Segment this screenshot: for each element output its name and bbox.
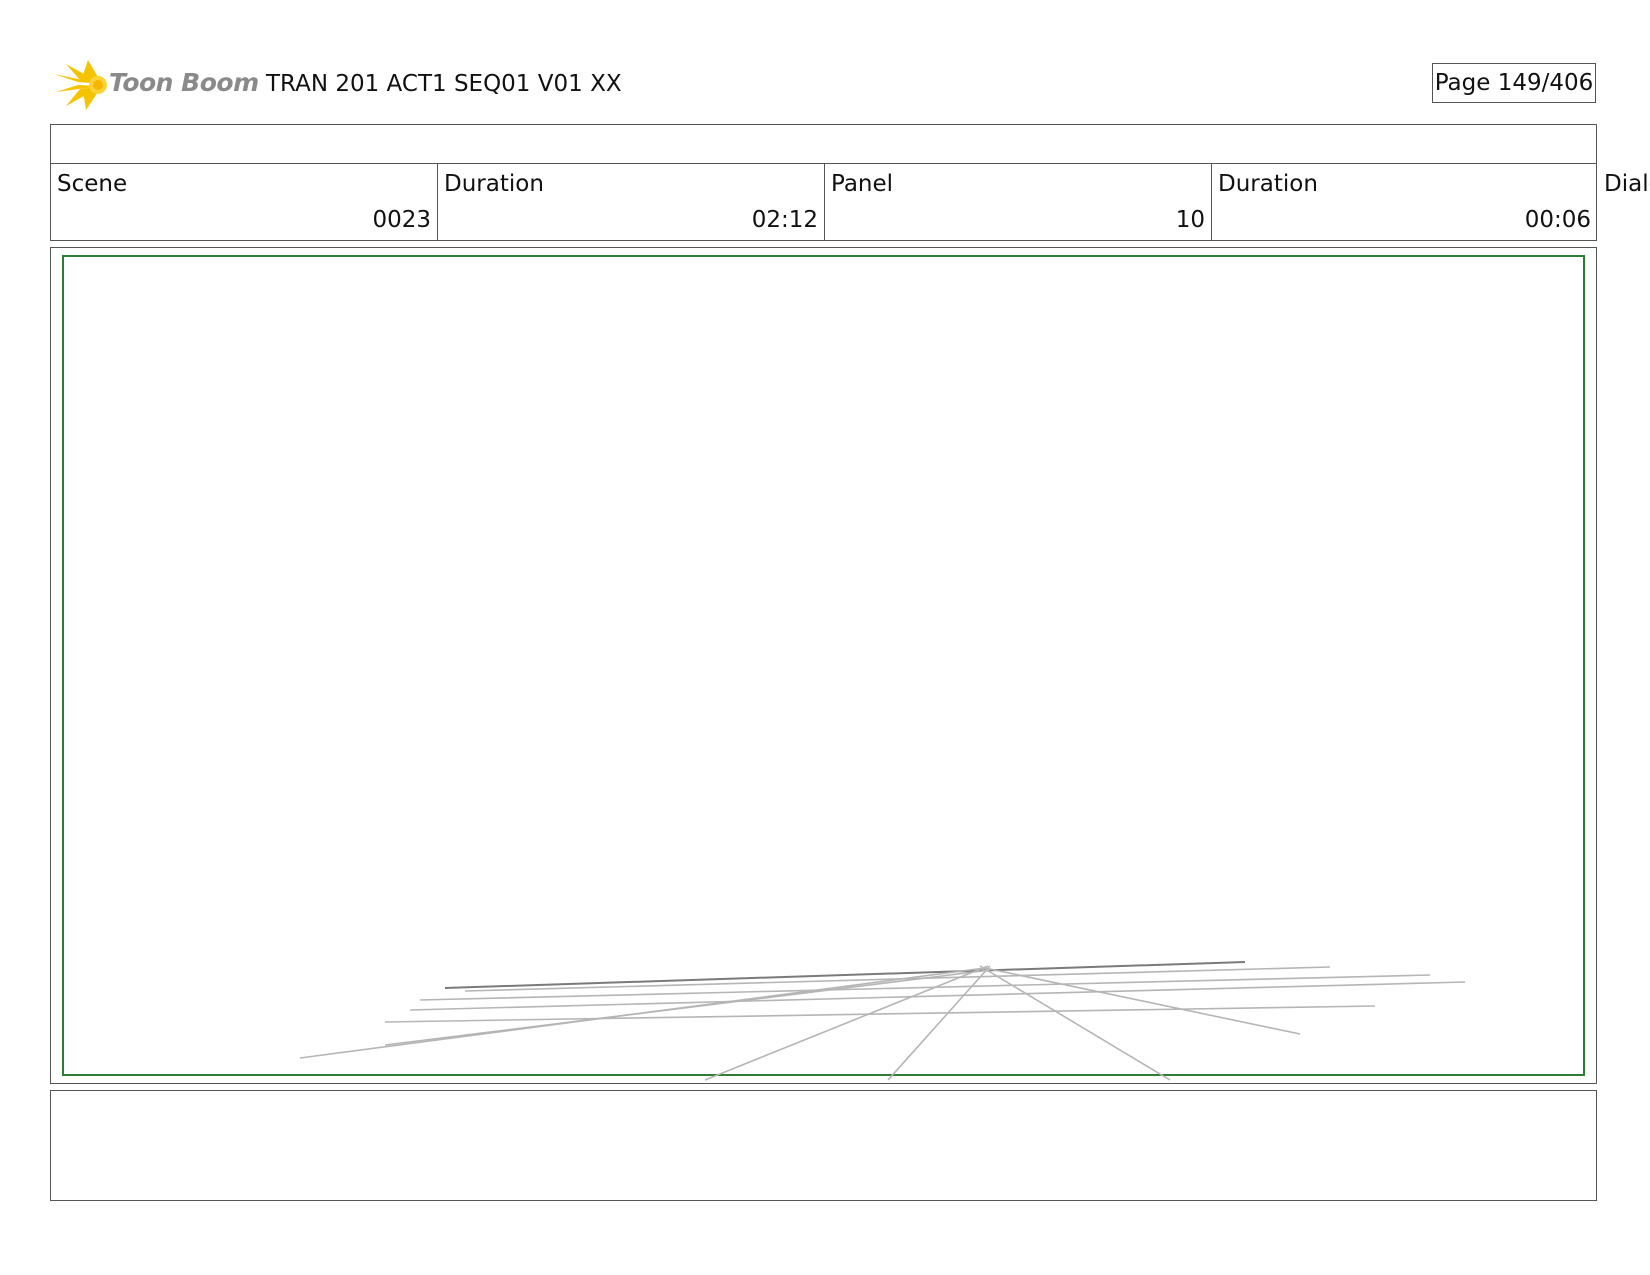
notes-box — [50, 1090, 1597, 1201]
panel-sketch — [299, 961, 1466, 1081]
storyboard-page: Toon Boom TRAN 201 ACT1 SEQ01 V01 XX Pag… — [0, 0, 1650, 1275]
sketch-lines — [299, 961, 1466, 1081]
